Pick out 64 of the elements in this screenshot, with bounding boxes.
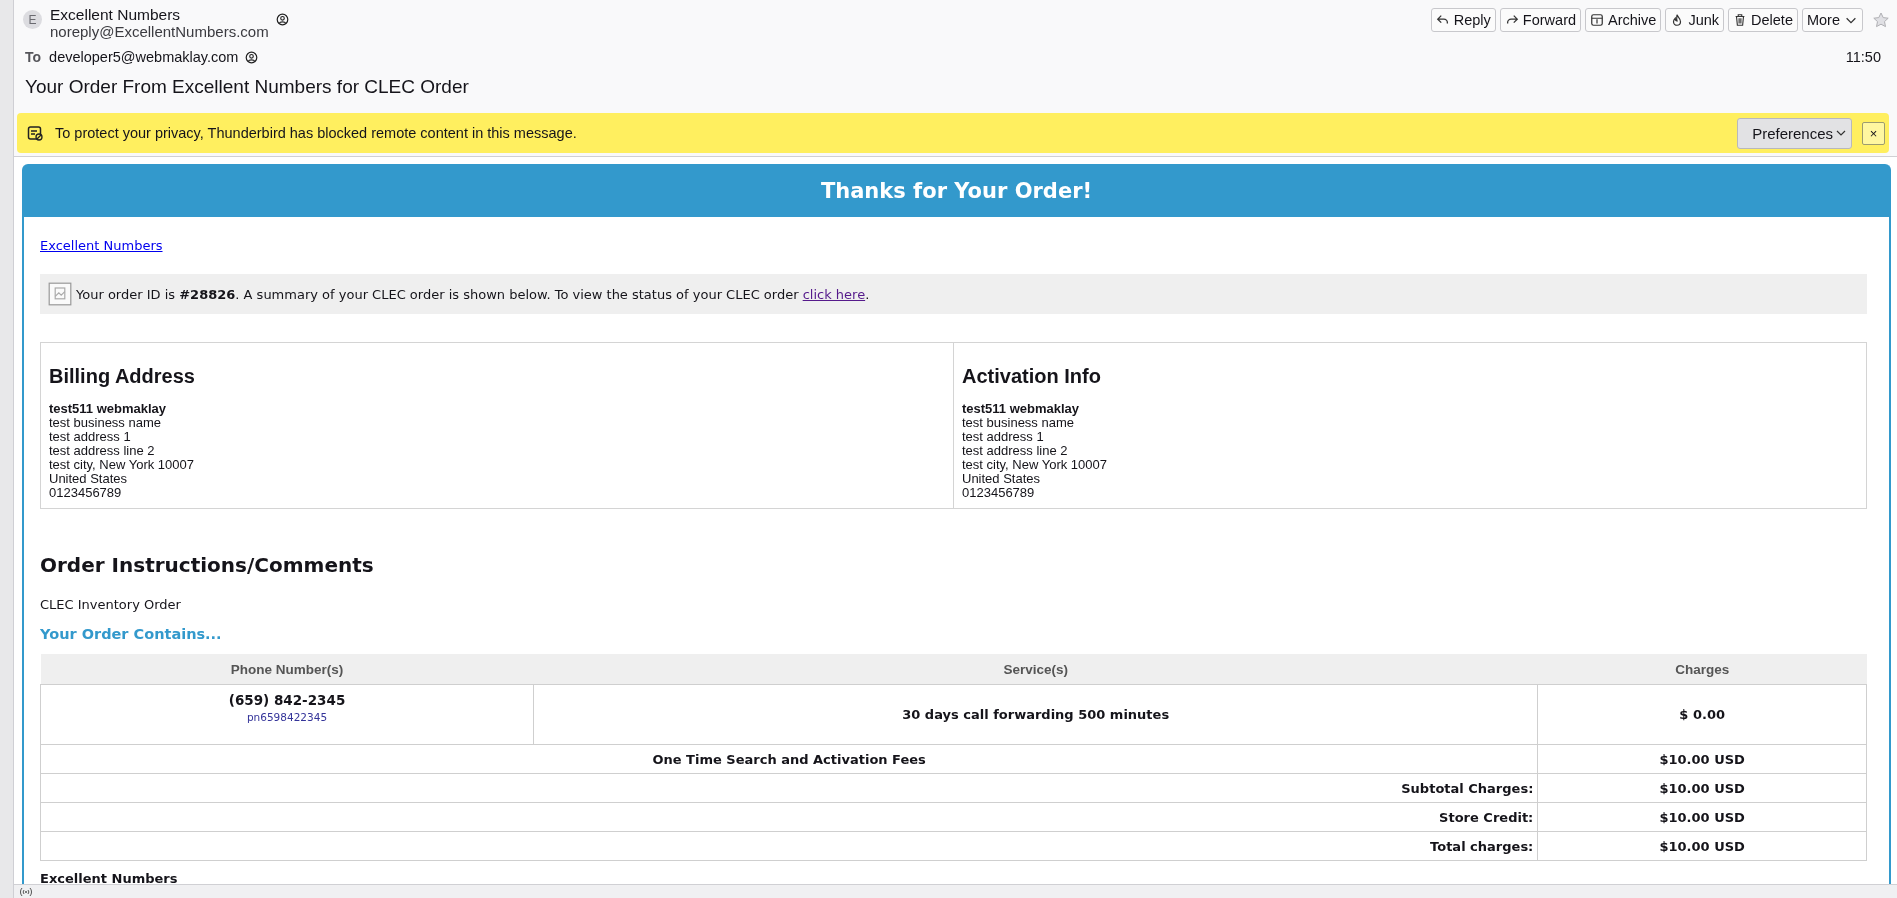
address-name: test511 webmaklay (962, 402, 1081, 416)
address-line: test city, New York 10007 (49, 458, 195, 472)
table-cell: $ 0.00 (1537, 684, 1867, 745)
sender-name: Excellent Numbers (50, 6, 182, 23)
signal-icon (19, 886, 33, 897)
avatar-circle: E (23, 10, 42, 29)
address-line: test business name (49, 416, 161, 430)
table-cell: $10.00 USD (1537, 802, 1867, 832)
address-line: United States (962, 472, 1042, 486)
table-cell: $10.00 USD (1537, 744, 1867, 774)
notification-text: To protect your privacy, Thunderbird has blocked remote content in this message. (55, 125, 578, 141)
close-button[interactable]: × (1862, 121, 1885, 145)
column-header: Charges (1537, 654, 1867, 685)
recipient-email: developer5@webmaklay.com (49, 49, 239, 65)
address-heading: Billing Address (49, 365, 196, 388)
contact-icon (245, 50, 259, 64)
table-cell: 30 days call forwarding 500 minutes (533, 684, 1538, 745)
table-cell: Total charges: (40, 831, 1538, 861)
toolbar-button[interactable]: Junk (1665, 8, 1725, 32)
address-line: test address 1 (49, 430, 132, 444)
address-name: test511 webmaklay (49, 402, 168, 416)
caret-icon (1836, 129, 1846, 137)
column-header: Phone Number(s) (40, 654, 534, 685)
sender-email: noreply@ExcellentNumbers.com (50, 23, 269, 40)
star-icon[interactable] (1873, 12, 1889, 28)
address-line: test address line 2 (962, 444, 1069, 458)
archive-box-icon (1590, 13, 1605, 27)
address-line: test address line 2 (49, 444, 156, 458)
phone-number: (659) 842-2345 (228, 691, 346, 708)
section-heading: Order Instructions/Comments (40, 553, 375, 577)
table-cell: One Time Search and Activation Fees (40, 744, 1538, 774)
address-line: 0123456789 (49, 486, 123, 500)
thanks-banner: Thanks for Your Order! (24, 166, 1889, 217)
section-subheading: Your Order Contains... (40, 626, 223, 642)
table-cell: $10.00 USD (1537, 773, 1867, 803)
address-line: United States (49, 472, 129, 486)
order-notice: Your order ID is #28826. A summary of your CLEC order is shown below. To view the status of your CLEC order click here. (76, 286, 870, 302)
table-cell: $10.00 USD (1537, 831, 1867, 861)
address-line: 0123456789 (962, 486, 1036, 500)
toolbar-button[interactable]: Forward (1499, 8, 1582, 32)
to-label: To (25, 49, 42, 65)
address-line: test business name (962, 416, 1074, 430)
brand-link[interactable]: Excellent Numbers (40, 238, 163, 253)
toolbar-button[interactable]: Archive (1585, 8, 1662, 32)
forward-arrow-icon (1504, 13, 1519, 27)
preferences-button[interactable]: Preferences (1737, 117, 1852, 149)
message-subject: Your Order From Excellent Numbers for CLEC Order (25, 76, 470, 98)
message-time: 11:50 (1845, 49, 1881, 65)
signature-text: Excellent Numbers (40, 871, 179, 884)
toolbar-button[interactable]: Reply (1430, 8, 1496, 32)
instructions-text: CLEC Inventory Order (40, 597, 182, 612)
address-line: test city, New York 10007 (962, 458, 1108, 472)
blocked-content-icon (27, 125, 43, 141)
toolbar-button[interactable]: Delete (1728, 8, 1798, 32)
contact-icon (275, 13, 289, 26)
table-cell: Subtotal Charges: (40, 773, 1538, 803)
address-line: test address 1 (962, 430, 1045, 444)
column-header: Service(s) (533, 654, 1538, 685)
toolbar-button[interactable]: More (1801, 8, 1863, 32)
address-heading: Activation Info (962, 365, 1102, 388)
phone-id: pn6598422345 (245, 710, 329, 725)
reply-arrow-icon (1435, 13, 1450, 27)
image-placeholder-icon (48, 282, 72, 306)
table-cell: Store Credit: (40, 802, 1538, 832)
